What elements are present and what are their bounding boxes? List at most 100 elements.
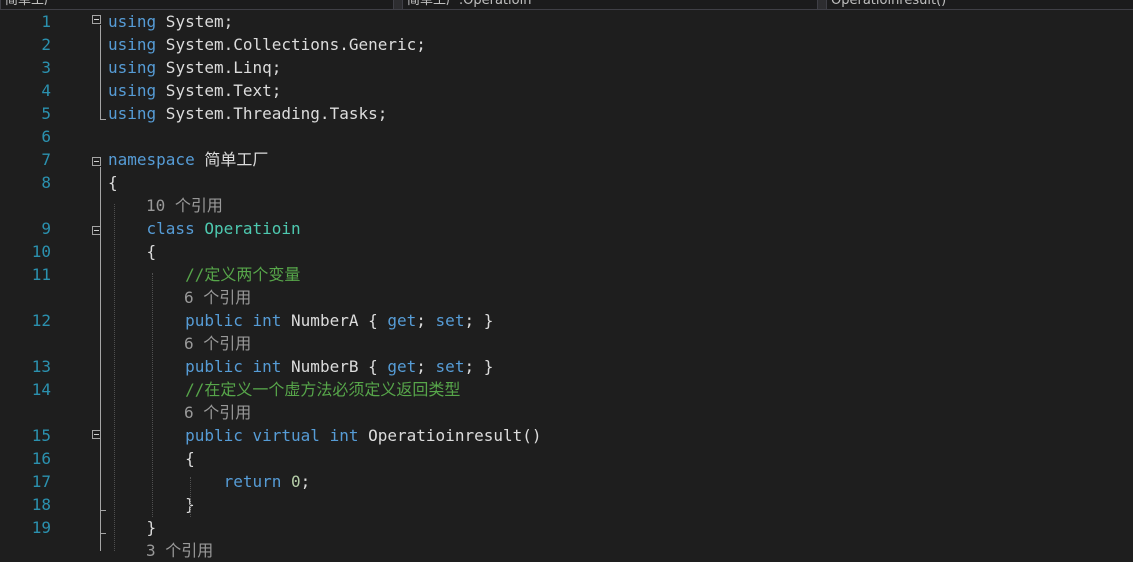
outline-line-end	[100, 510, 106, 511]
code-line[interactable]: 18 }	[0, 493, 1133, 516]
codelens-row[interactable]: 6 个引用	[0, 286, 1133, 309]
codelens-references[interactable]: 6 个引用	[184, 401, 251, 424]
code-line[interactable]: 10 {	[0, 240, 1133, 263]
line-number: 7	[41, 150, 51, 169]
code-line[interactable]: 14 //在定义一个虚方法必须定义返回类型	[0, 378, 1133, 401]
code-text[interactable]: using System.Threading.Tasks;	[108, 102, 387, 125]
code-token: public	[185, 311, 243, 330]
code-text[interactable]: {	[108, 240, 157, 263]
code-line[interactable]: 1 using System;	[0, 10, 1133, 33]
collapse-icon[interactable]	[92, 157, 101, 166]
codelens-row[interactable]: 10 个引用	[0, 194, 1133, 217]
code-line[interactable]: 11 //定义两个变量	[0, 263, 1133, 286]
code-token: set	[435, 357, 465, 376]
code-text[interactable]: public int NumberA { get; set; }	[108, 309, 493, 332]
line-number: 1	[41, 12, 51, 31]
member-dropdown[interactable]: Operatioinresult()	[826, 0, 1133, 9]
indent-guide	[114, 204, 115, 551]
line-number: 14	[31, 380, 51, 399]
outline-line	[100, 25, 101, 119]
collapse-icon[interactable]	[92, 15, 101, 24]
code-text[interactable]: //在定义一个虚方法必须定义返回类型	[108, 378, 460, 401]
code-token: System.Collections.Generic;	[156, 35, 426, 54]
code-text[interactable]: {	[108, 171, 118, 194]
code-token: public	[185, 426, 243, 445]
code-line[interactable]: 6	[0, 125, 1133, 148]
code-line[interactable]: 9 class Operatioin	[0, 217, 1133, 240]
code-line[interactable]: 5 using System.Threading.Tasks;	[0, 102, 1133, 125]
project-dropdown[interactable]: 简单工厂	[0, 0, 394, 9]
line-number: 9	[41, 219, 51, 238]
editor-navigation-bar: 简单工厂 简单工厂.Operatioin Operatioinresult()	[0, 0, 1133, 10]
code-line[interactable]: 19 }	[0, 516, 1133, 539]
code-token: {	[108, 173, 118, 192]
code-token: get	[387, 311, 417, 330]
line-number: 6	[41, 127, 51, 146]
line-number: 2	[41, 35, 51, 54]
code-line[interactable]: 13 public int NumberB { get; set; }	[0, 355, 1133, 378]
code-token: System.Linq;	[156, 58, 282, 77]
code-text[interactable]: namespace 简单工厂	[108, 148, 268, 171]
line-number: 12	[31, 311, 51, 330]
code-text[interactable]: public int NumberB { get; set; }	[108, 355, 493, 378]
code-text[interactable]: public virtual int Operatioinresult()	[108, 424, 541, 447]
line-number: 11	[31, 265, 51, 284]
code-token: class	[146, 219, 195, 238]
code-token: System.Threading.Tasks;	[156, 104, 388, 123]
code-token: int	[252, 357, 282, 376]
code-token: using	[108, 12, 157, 31]
code-text[interactable]: using System.Linq;	[108, 56, 281, 79]
code-token: ; }	[464, 311, 494, 330]
code-token: //在定义一个虚方法必须定义返回类型	[185, 380, 461, 399]
code-token: int	[252, 311, 282, 330]
line-number: 16	[31, 449, 51, 468]
code-line[interactable]: 8{	[0, 171, 1133, 194]
code-line[interactable]: 4 using System.Text;	[0, 79, 1133, 102]
code-token: return	[223, 472, 282, 491]
collapse-icon[interactable]	[92, 430, 101, 439]
code-editor[interactable]: 3 个引用 19 } 18 } 17 return 0; 16 {15 public v…	[0, 10, 1133, 560]
code-line[interactable]: 3 using System.Linq;	[0, 56, 1133, 79]
line-number: 8	[41, 173, 51, 192]
code-line[interactable]: 7 namespace 简单工厂	[0, 148, 1133, 171]
code-text[interactable]: }	[108, 516, 157, 539]
code-token: ;	[416, 311, 436, 330]
class-dropdown[interactable]: 简单工厂.Operatioin	[402, 0, 818, 9]
indent-guide	[190, 477, 191, 517]
code-token: 0	[291, 472, 301, 491]
outline-line-end	[100, 119, 106, 120]
code-line[interactable]: 17 return 0;	[0, 470, 1133, 493]
code-line[interactable]: 16 {	[0, 447, 1133, 470]
code-token: using	[108, 104, 157, 123]
line-number: 5	[41, 104, 51, 123]
codelens-references[interactable]: 6 个引用	[184, 286, 251, 309]
code-line[interactable]: 2 using System.Collections.Generic;	[0, 33, 1133, 56]
code-line[interactable]: 15 public virtual int Operatioinresult()	[0, 424, 1133, 447]
collapse-icon[interactable]	[92, 226, 101, 235]
codelens-references[interactable]: 10 个引用	[146, 194, 223, 217]
code-text[interactable]: using System;	[108, 10, 233, 33]
code-text[interactable]: using System.Text;	[108, 79, 281, 102]
code-text[interactable]: using System.Collections.Generic;	[108, 33, 426, 56]
line-number: 15	[31, 426, 51, 445]
code-text[interactable]: return 0;	[108, 470, 311, 493]
code-text[interactable]: //定义两个变量	[108, 263, 300, 286]
code-token: using	[108, 58, 157, 77]
codelens-references[interactable]: 6 个引用	[184, 332, 251, 355]
codelens-row[interactable]: 6 个引用	[0, 401, 1133, 424]
code-text[interactable]: class Operatioin	[108, 217, 301, 240]
code-token: using	[108, 81, 157, 100]
code-token: 简单工厂	[194, 150, 269, 169]
codelens-row[interactable]: 6 个引用	[0, 332, 1133, 355]
code-line[interactable]: 12 public int NumberA { get; set; }	[0, 309, 1133, 332]
